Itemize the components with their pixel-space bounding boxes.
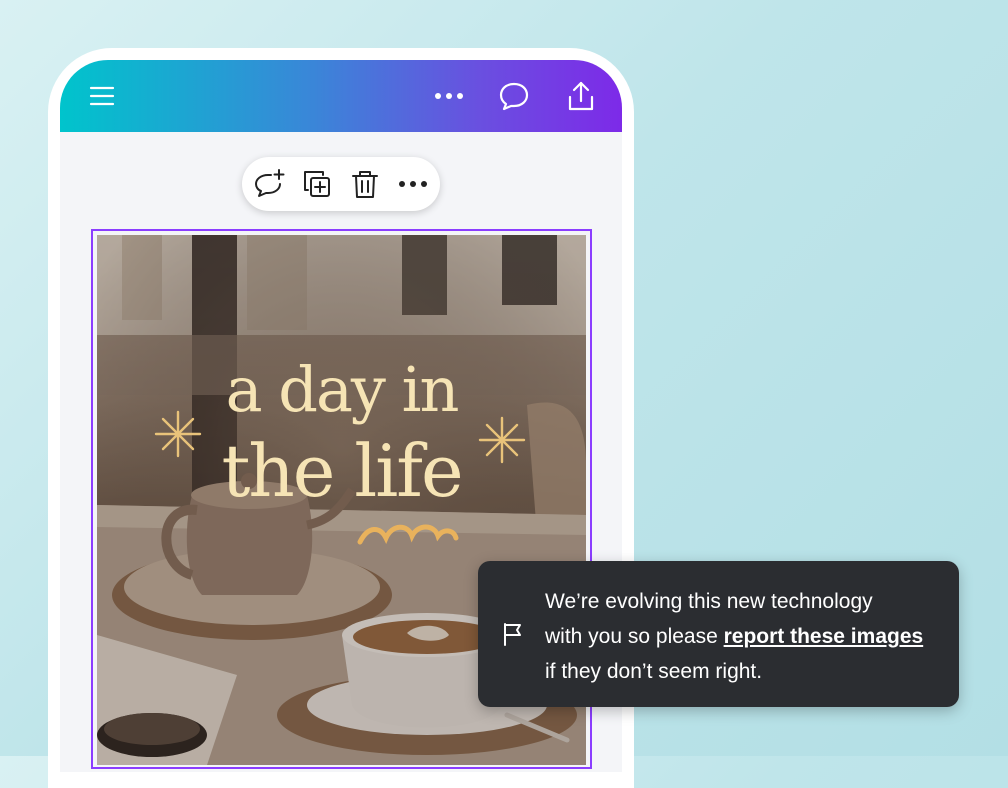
sparkle-left-icon bbox=[154, 410, 202, 458]
more-options-icon[interactable] bbox=[397, 168, 429, 200]
notice-line-1: We’re evolving this new technology bbox=[545, 590, 873, 613]
report-images-link[interactable]: report these images bbox=[724, 625, 924, 648]
report-notice-text: We’re evolving this new technology with … bbox=[545, 584, 945, 689]
notice-line-2: with you so please report these images bbox=[545, 619, 945, 654]
flag-icon[interactable] bbox=[500, 621, 526, 647]
notice-line-2-prefix: with you so please bbox=[545, 625, 724, 648]
add-comment-icon[interactable] bbox=[253, 168, 285, 200]
squiggle-decoration-icon bbox=[356, 518, 460, 548]
comment-icon[interactable] bbox=[494, 76, 534, 116]
hamburger-menu-icon[interactable] bbox=[82, 76, 122, 116]
top-app-bar bbox=[60, 60, 622, 132]
notice-line-3: if they don’t seem right. bbox=[545, 660, 763, 683]
more-options-icon[interactable] bbox=[429, 76, 469, 116]
duplicate-icon[interactable] bbox=[301, 168, 333, 200]
delete-icon[interactable] bbox=[349, 168, 381, 200]
sparkle-right-icon bbox=[478, 416, 526, 464]
share-icon[interactable] bbox=[561, 76, 601, 116]
